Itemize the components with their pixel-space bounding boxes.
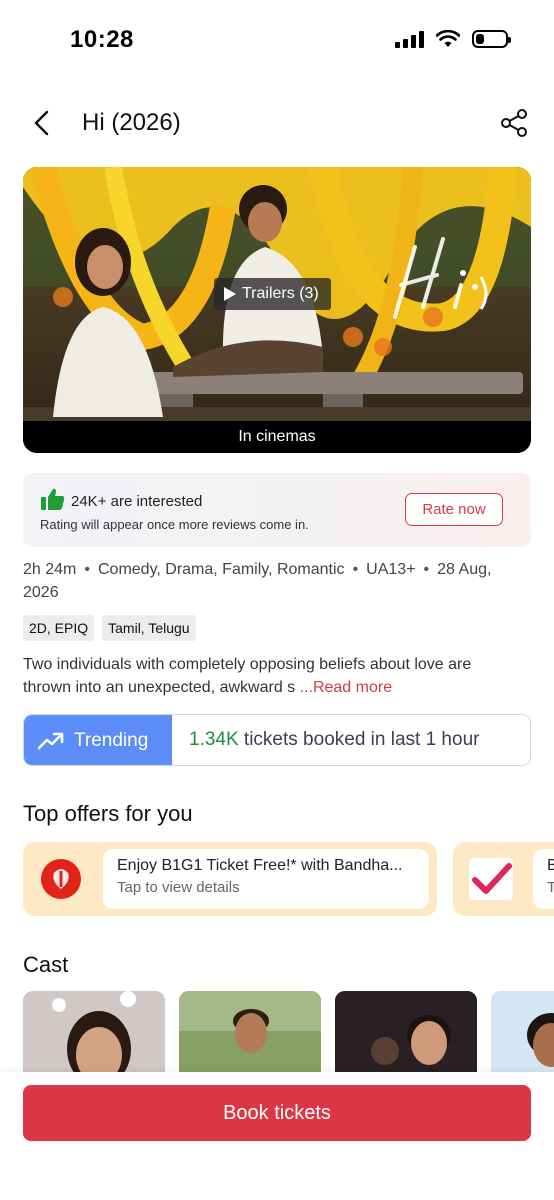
rate-now-button[interactable]: Rate now <box>405 493 503 526</box>
tags: 2D, EPIQ Tamil, Telugu <box>23 615 196 641</box>
synopsis-text: Two individuals with completely opposing… <box>23 656 472 696</box>
trending-banner: Trending 1.34K tickets booked in last 1 … <box>23 714 531 766</box>
thumbs-up-icon <box>41 488 65 510</box>
status-bar: 10:28 <box>0 0 554 80</box>
wifi-icon <box>436 30 460 47</box>
signal-icon <box>395 30 424 48</box>
cast-card[interactable] <box>491 991 554 1081</box>
cast-photo <box>23 991 165 1081</box>
bottom-bar: Book tickets <box>0 1072 554 1200</box>
interest-count: 24K+ are interested <box>71 493 203 510</box>
trending-label: Trending <box>74 730 149 751</box>
trending-badge: Trending <box>24 715 172 765</box>
offer-card[interactable]: Enjoy B1G1 Ticket Free!* with Bandha... … <box>23 842 437 916</box>
cast-photo <box>179 991 321 1081</box>
language-tag: Tamil, Telugu <box>102 615 196 641</box>
cast-card[interactable] <box>179 991 321 1081</box>
cast-photo <box>491 991 554 1081</box>
rating-note: Rating will appear once more reviews com… <box>40 517 309 532</box>
duration: 2h 24m <box>23 561 77 578</box>
movie-meta: 2h 24m • Comedy, Drama, Family, Romantic • U… <box>23 561 492 601</box>
poster-caption: In cinemas <box>23 421 531 453</box>
offer-subtitle: T <box>547 879 554 896</box>
offer-title: Enjoy B1G1 Ticket Free!* with Bandha... <box>117 857 403 874</box>
offer-details: B T <box>533 849 554 909</box>
read-more-link[interactable]: ...Read more <box>300 679 392 696</box>
offer-subtitle: Tap to view details <box>117 879 240 896</box>
book-tickets-button[interactable]: Book tickets <box>23 1085 531 1141</box>
status-icons <box>395 30 511 48</box>
play-icon <box>224 287 236 301</box>
offers-title: Top offers for you <box>23 801 193 826</box>
battery-fill <box>476 34 484 44</box>
certificate: UA13+ <box>366 561 416 578</box>
trending-up-icon <box>38 732 64 750</box>
header: Hi (2026) <box>0 95 554 151</box>
trailers-button[interactable]: Trailers (3) <box>214 278 331 310</box>
trailers-label: Trailers (3) <box>242 285 319 302</box>
cast-card[interactable] <box>23 991 165 1081</box>
cast-title: Cast <box>23 952 69 977</box>
tickets-count: 1.34K <box>189 729 239 750</box>
genres: Comedy, Drama, Family, Romantic <box>97 561 345 578</box>
movie-poster[interactable]: Trailers (3) In cinemas <box>23 167 531 453</box>
chevron-left-icon <box>34 110 49 136</box>
interest-card: 24K+ are interested Rating will appear o… <box>23 473 531 547</box>
bandhan-bank-logo <box>41 859 81 899</box>
offer-title: B <box>547 857 554 874</box>
cast-photo <box>335 991 477 1081</box>
page-title: Hi (2026) <box>82 109 181 136</box>
tickets-suffix: tickets booked in last 1 hour <box>238 729 480 750</box>
back-button[interactable] <box>26 107 58 139</box>
status-time: 10:28 <box>70 26 134 53</box>
poster-image <box>23 167 531 453</box>
battery-icon <box>472 30 511 48</box>
cast-card[interactable] <box>335 991 477 1081</box>
share-button[interactable] <box>496 105 532 141</box>
kotak-check-logo <box>469 858 513 900</box>
cast-list <box>23 991 554 1081</box>
tickets-booked: 1.34K tickets booked in last 1 hour <box>189 729 479 751</box>
synopsis: Two individuals with completely opposing… <box>23 653 513 699</box>
share-icon <box>501 109 527 137</box>
format-tag: 2D, EPIQ <box>23 615 95 641</box>
offer-card[interactable]: B T <box>453 842 554 916</box>
offer-details: Enjoy B1G1 Ticket Free!* with Bandha... … <box>103 849 429 909</box>
